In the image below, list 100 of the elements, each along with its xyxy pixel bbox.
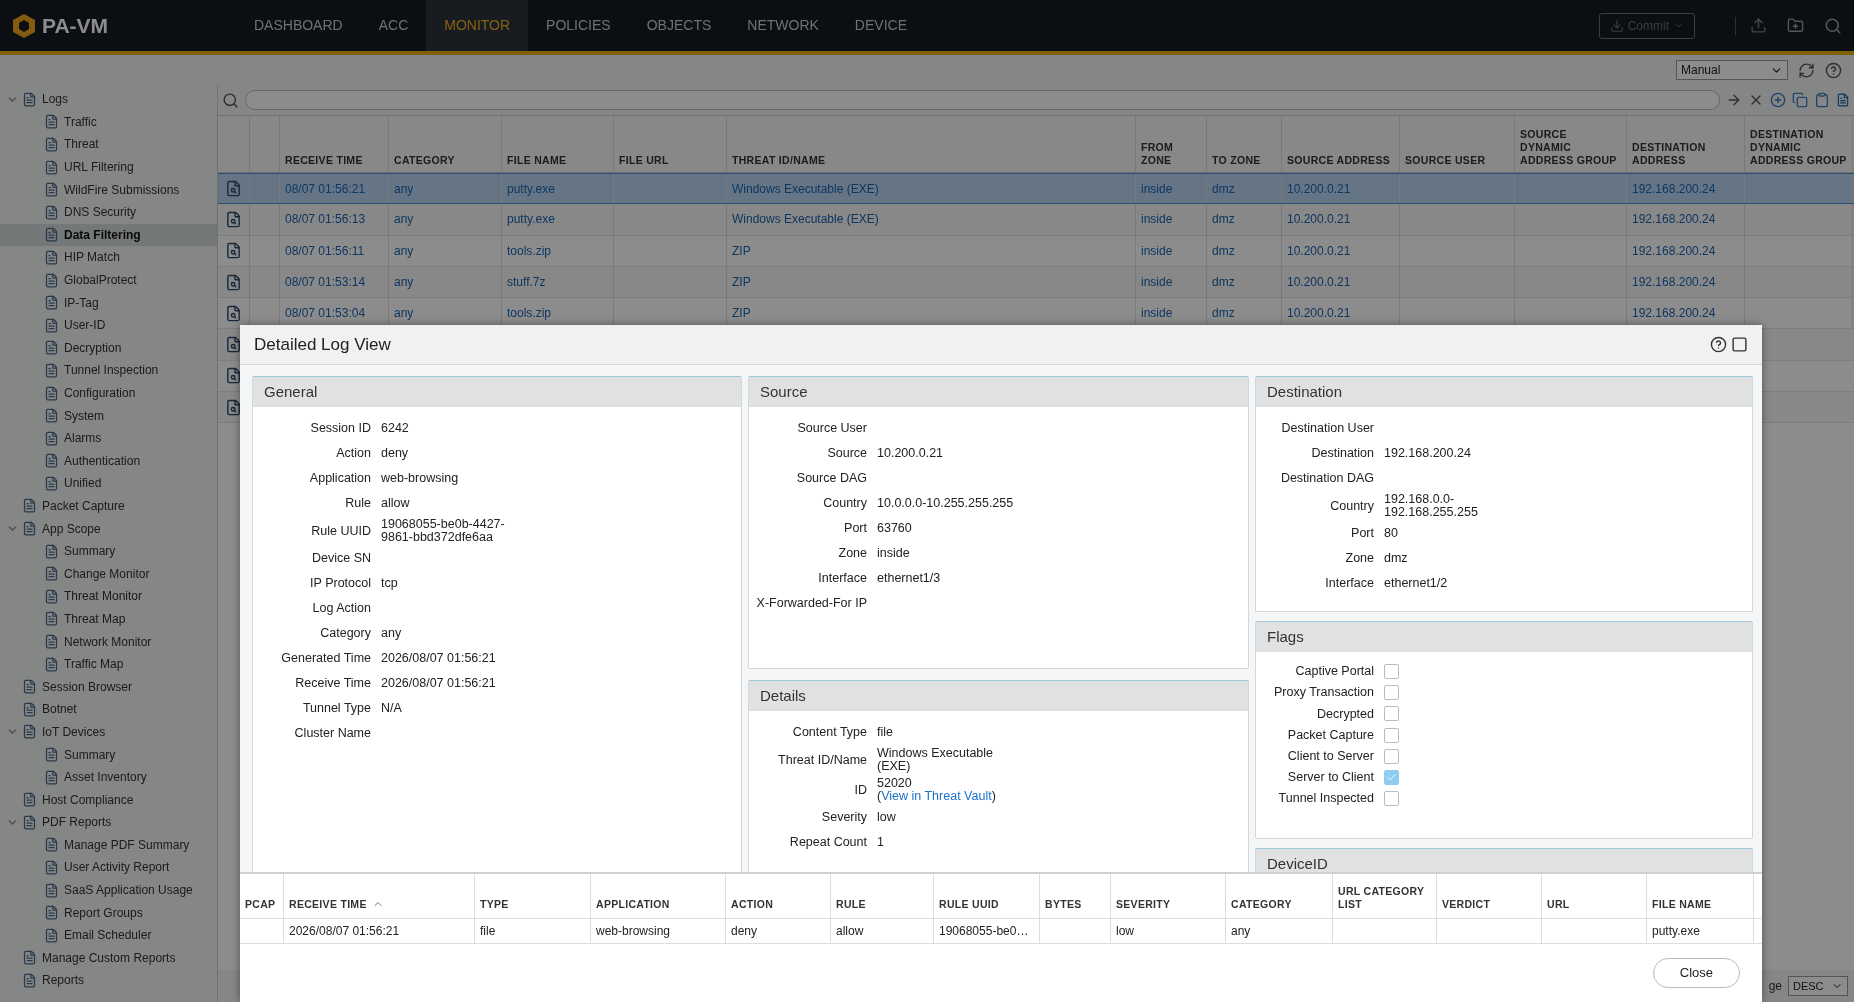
nav-tab[interactable]: OBJECTS [628, 0, 730, 51]
column-header[interactable]: VERDICT [1437, 874, 1542, 918]
sidebar-item[interactable]: Traffic [0, 110, 217, 134]
column-header[interactable]: URL [1542, 874, 1647, 918]
column-header[interactable]: TYPE [475, 874, 591, 918]
flag-checkbox[interactable] [1384, 664, 1399, 680]
sidebar-item[interactable]: Threat Monitor [0, 585, 217, 608]
column-header[interactable]: BYTES [1040, 874, 1111, 918]
sidebar-item[interactable]: Botnet [0, 698, 217, 721]
sidebar-item[interactable]: IoT Devices [0, 720, 217, 744]
sidebar-item[interactable]: Reports [0, 969, 217, 992]
column-header[interactable]: ACTION [726, 874, 831, 918]
column-header[interactable]: APPLICATION [591, 874, 726, 918]
sidebar-item[interactable]: Configuration [0, 381, 217, 405]
sidebar-item[interactable]: Change Monitor [0, 562, 217, 586]
log-detail-icon[interactable] [225, 336, 242, 354]
column-header[interactable]: SEVERITY [1111, 874, 1226, 918]
nav-tab[interactable]: MONITOR [426, 0, 529, 51]
threat-vault-link[interactable]: View in Threat Vault [881, 789, 992, 803]
sidebar-item[interactable]: SaaS Application Usage [0, 878, 217, 902]
nav-tab[interactable]: DASHBOARD [236, 0, 361, 51]
log-detail-icon[interactable] [225, 367, 242, 385]
sidebar-item[interactable]: Network Monitor [0, 630, 217, 653]
sidebar-item[interactable]: System [0, 404, 217, 427]
document-icon[interactable] [1836, 92, 1850, 108]
sidebar-item[interactable]: Decryption [0, 336, 217, 360]
column-header[interactable]: SOURCE ADDRESS [1282, 116, 1400, 172]
log-detail-icon[interactable] [225, 398, 242, 416]
sidebar-item[interactable]: Host Compliance [0, 788, 217, 811]
maximize-icon[interactable] [1731, 336, 1748, 353]
flag-checkbox[interactable] [1384, 685, 1399, 701]
flag-checkbox[interactable] [1384, 706, 1399, 722]
close-button[interactable]: Close [1652, 958, 1740, 988]
nav-tab[interactable]: POLICIES [528, 0, 629, 51]
column-header[interactable]: THREAT ID/NAME [727, 116, 1136, 172]
sidebar-item[interactable]: DNS Security [0, 200, 217, 224]
column-header[interactable]: URL CATEGORY LIST [1333, 874, 1437, 918]
sidebar-item[interactable]: Alarms [0, 426, 217, 450]
column-header[interactable]: PCAP [240, 874, 284, 918]
sidebar-item[interactable]: Summary [0, 743, 217, 766]
copy-icon[interactable] [1792, 92, 1808, 108]
sidebar-item[interactable]: Manage Custom Reports [0, 946, 217, 970]
sidebar-item[interactable]: IP-Tag [0, 291, 217, 314]
nav-tab[interactable]: NETWORK [729, 0, 837, 51]
sidebar-item[interactable]: User Activity Report [0, 856, 217, 879]
refresh-icon[interactable] [1798, 61, 1815, 79]
flag-checkbox[interactable] [1384, 748, 1399, 764]
column-header[interactable]: FILE URL [614, 116, 727, 172]
sidebar-item[interactable]: URL Filtering [0, 155, 217, 179]
column-header[interactable]: RULE [831, 874, 934, 918]
sidebar-item[interactable]: GlobalProtect [0, 268, 217, 292]
sidebar-item[interactable]: Threat Map [0, 607, 217, 631]
search-icon[interactable] [222, 91, 239, 109]
folder-plus-icon[interactable] [1787, 17, 1804, 34]
sidebar-item[interactable]: Summary [0, 539, 217, 563]
sidebar-item[interactable]: Data Filtering [0, 223, 217, 247]
sidebar-item[interactable]: Traffic Map [0, 652, 217, 676]
column-header[interactable]: TO ZONE [1207, 116, 1282, 172]
column-header[interactable]: DESTINATION DYNAMIC ADDRESS GROUP [1745, 116, 1853, 172]
sidebar-item[interactable]: Manage PDF Summary [0, 833, 217, 857]
filter-field[interactable] [245, 90, 1720, 110]
sidebar-item[interactable]: Report Groups [0, 901, 217, 924]
column-header[interactable]: RULE UUID [934, 874, 1040, 918]
add-icon[interactable] [1770, 92, 1786, 108]
sidebar-item[interactable]: Asset Inventory [0, 765, 217, 789]
sidebar-item[interactable]: Session Browser [0, 675, 217, 699]
sidebar-item[interactable]: Tunnel Inspection [0, 359, 217, 382]
sidebar-item[interactable]: HIP Match [0, 246, 217, 269]
column-header[interactable]: FILE NAME [502, 116, 614, 172]
sidebar-item[interactable]: Logs [0, 88, 217, 111]
sidebar-item[interactable]: User-ID [0, 313, 217, 337]
column-header[interactable]: CATEGORY [389, 116, 502, 172]
clipboard-icon[interactable] [1814, 92, 1830, 108]
help-icon[interactable] [1710, 336, 1727, 353]
sidebar-item[interactable]: PDF Reports [0, 811, 217, 834]
flag-checkbox[interactable] [1384, 770, 1399, 786]
sidebar-item[interactable]: Authentication [0, 449, 217, 473]
upload-icon[interactable] [1750, 17, 1767, 34]
column-header[interactable]: CATEGORY [1226, 874, 1333, 918]
flag-checkbox[interactable] [1384, 727, 1399, 743]
column-header[interactable]: SOURCE DYNAMIC ADDRESS GROUP [1515, 116, 1627, 172]
sidebar-item[interactable]: App Scope [0, 517, 217, 540]
flag-checkbox[interactable] [1384, 791, 1399, 807]
table-cell-text: any [394, 274, 414, 292]
nav-tab[interactable]: DEVICE [836, 0, 925, 51]
column-header[interactable]: SOURCE USER [1400, 116, 1515, 172]
sidebar-item[interactable]: WildFire Submissions [0, 178, 217, 201]
column-header[interactable]: RECEIVE TIME [284, 874, 475, 918]
sidebar-item[interactable]: Packet Capture [0, 494, 217, 518]
column-header[interactable]: FILE NAME [1647, 874, 1754, 918]
search-icon[interactable] [1824, 16, 1842, 35]
sidebar-item[interactable]: Unified [0, 472, 217, 495]
refresh-mode-select[interactable]: Manual [1676, 60, 1788, 80]
column-header[interactable]: FROM ZONE [1136, 116, 1207, 172]
sidebar-item[interactable]: Threat [0, 133, 217, 156]
sidebar-item[interactable]: Email Scheduler [0, 923, 217, 947]
column-header[interactable]: RECEIVE TIME [280, 116, 389, 172]
sort-order-select[interactable]: DESC [1788, 976, 1848, 996]
column-header[interactable]: DESTINATION ADDRESS [1627, 116, 1745, 172]
arrow-right-icon[interactable] [1726, 92, 1742, 108]
